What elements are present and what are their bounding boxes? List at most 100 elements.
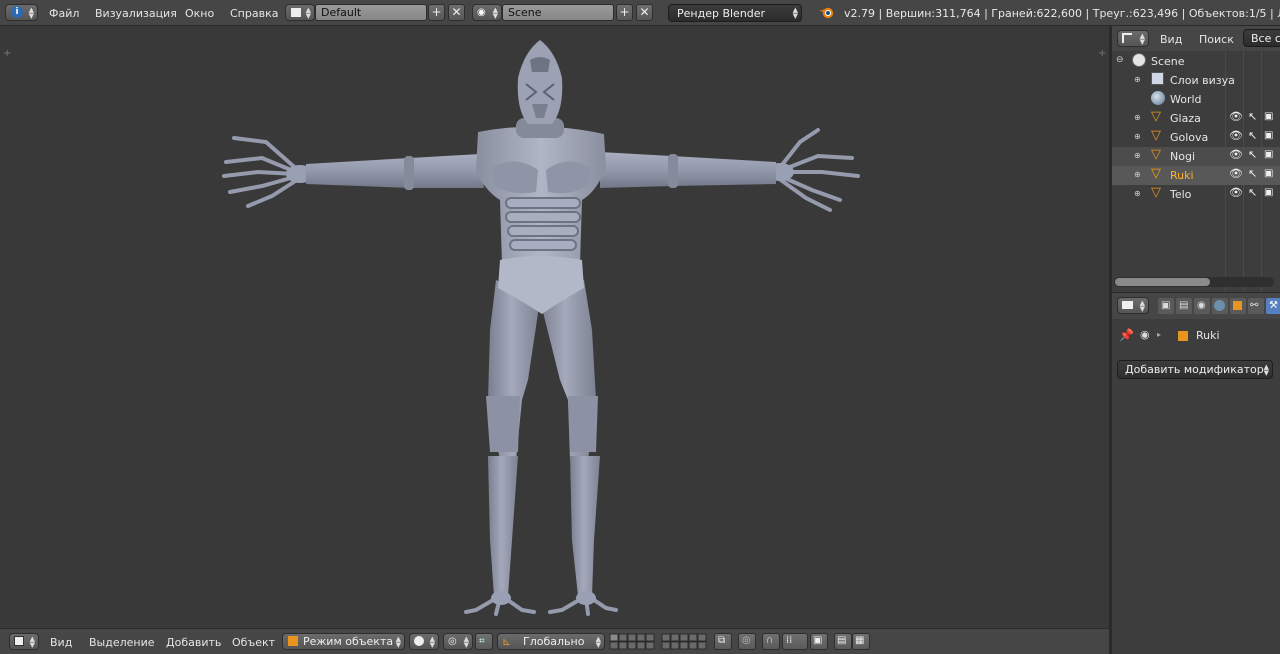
lock-camera-button[interactable]: ⧉ (714, 633, 732, 650)
visibility-eye-icon[interactable]: 👁 (1229, 148, 1243, 161)
modifiers-tab[interactable]: ⚒ (1266, 298, 1280, 314)
proportional-edit-button[interactable]: ◎ (738, 633, 756, 650)
display-mode-select[interactable]: Все сц (1243, 29, 1280, 47)
render-engine-label: Рендер Blender (677, 7, 766, 20)
orientation-select[interactable]: ⊾ Глобально ▲ ▼ (497, 633, 605, 650)
menu-select[interactable]: Выделение (89, 636, 155, 649)
outliner-menu-view[interactable]: Вид (1160, 33, 1182, 46)
layers-grid[interactable] (609, 633, 709, 651)
select-arrow-icon[interactable]: ↖ (1248, 129, 1257, 142)
expand-icon[interactable]: ⊕ (1134, 189, 1141, 198)
layout-name-field[interactable]: Default (315, 4, 427, 21)
constraint-link-icon: ⚯ (1250, 300, 1259, 311)
outliner-row-world[interactable]: World (1112, 90, 1280, 109)
render-engine-select[interactable]: Рендер Blender ▲ ▼ (668, 4, 802, 22)
expand-icon[interactable]: ⊕ (1134, 170, 1141, 179)
add-layout-button[interactable]: + (428, 4, 445, 21)
visibility-eye-icon[interactable]: 👁 (1229, 129, 1243, 142)
object-mode-icon (288, 636, 298, 646)
layout-icon (291, 8, 301, 17)
editor-type-button[interactable]: ▲ ▼ (9, 633, 39, 650)
menu-window[interactable]: Окно (185, 7, 214, 20)
render-animation-button[interactable]: ▤ (834, 633, 852, 650)
outliner-item-label: Glaza (1170, 112, 1201, 125)
outliner-row-object[interactable]: ⊕ ▽ Telo 👁 ↖ ▣ (1112, 185, 1280, 204)
plus-icon: + (619, 5, 630, 19)
menu-object[interactable]: Объект (232, 636, 275, 649)
outliner-row-object[interactable]: ⊕ ▽ Glaza 👁 ↖ ▣ (1112, 109, 1280, 128)
expand-icon[interactable]: ⊕ (1134, 75, 1141, 84)
menu-help[interactable]: Справка (230, 7, 278, 20)
visibility-eye-icon[interactable]: 👁 (1229, 186, 1243, 199)
object-icon (1233, 301, 1242, 310)
shading-select[interactable]: ▲ ▼ (409, 633, 439, 650)
menu-render[interactable]: Визуализация (95, 7, 177, 20)
snap-increment-icon: ⁞⁞ (786, 635, 793, 646)
remove-layout-button[interactable]: ✕ (448, 4, 465, 21)
scene-browse-button[interactable]: ◉ ▲ ▼ (472, 4, 502, 21)
editor-type-button[interactable]: ▲ ▼ (1117, 297, 1149, 314)
expand-icon[interactable]: ⊕ (1134, 151, 1141, 160)
menu-add[interactable]: Добавить (166, 636, 221, 649)
add-modifier-select[interactable]: Добавить модификатор ▲ ▼ (1117, 360, 1273, 379)
outliner-row-scene[interactable]: ⊖ Scene (1112, 52, 1280, 71)
manipulator-toggle[interactable]: ⌗ (475, 633, 493, 650)
render-camera-icon[interactable]: ▣ (1264, 149, 1273, 160)
updown-icon: ▲ ▼ (1139, 32, 1145, 46)
outliner-item-label: Ruki (1170, 169, 1194, 182)
properties-icon (1122, 301, 1133, 309)
mesh-icon: ▽ (1151, 128, 1161, 143)
menu-file[interactable]: Файл (49, 7, 79, 20)
openGL-render-button[interactable]: ▣ (810, 633, 828, 650)
layout-browse-button[interactable]: ▲ ▼ (285, 4, 315, 21)
breadcrumb-arrow-icon: ▸ (1157, 330, 1162, 339)
pivot-icon: ◎ (448, 636, 457, 647)
outliner-scrollbar-track[interactable] (1114, 277, 1274, 287)
outliner-scrollbar-thumb[interactable] (1115, 278, 1210, 286)
updown-icon: ▲ ▼ (429, 635, 435, 649)
expand-icon[interactable]: ⊕ (1134, 113, 1141, 122)
render-tab[interactable]: ▣ (1158, 298, 1174, 314)
pin-icon[interactable]: 📌 (1119, 328, 1134, 342)
object-tab[interactable] (1230, 298, 1246, 314)
outliner-row-render-layers[interactable]: ⊕ Слои визуа (1112, 71, 1280, 90)
snap-element-select[interactable]: ⁞⁞ (782, 633, 808, 650)
outliner-row-object[interactable]: ⊕ ▽ Golova 👁 ↖ ▣ (1112, 128, 1280, 147)
editor-type-button[interactable]: ▲ ▼ (1117, 30, 1149, 47)
scene-tab[interactable]: ◉ (1194, 298, 1210, 314)
object-icon (1178, 331, 1188, 341)
visibility-eye-icon[interactable]: 👁 (1229, 110, 1243, 123)
clapper-icon: ▦ (855, 635, 865, 646)
outliner-row-object-selected[interactable]: ⊕ ▽ Nogi 👁 ↖ ▣ (1112, 147, 1280, 166)
outliner-item-label: World (1170, 93, 1202, 106)
world-tab[interactable] (1212, 298, 1228, 314)
snap-toggle[interactable]: ∩ (762, 633, 780, 650)
constraints-tab[interactable]: ⚯ (1248, 298, 1264, 314)
render-camera-icon[interactable]: ▣ (1264, 130, 1273, 141)
remove-scene-button[interactable]: ✕ (636, 4, 653, 21)
render-camera-icon[interactable]: ▣ (1264, 187, 1273, 198)
scene-name-field[interactable]: Scene (502, 4, 614, 21)
render-clapper-button[interactable]: ▦ (852, 633, 870, 650)
visibility-eye-icon[interactable]: 👁 (1229, 167, 1243, 180)
updown-icon: ▲ ▼ (1139, 299, 1145, 313)
editor-type-button[interactable]: i ▲ ▼ (5, 4, 38, 21)
menu-view[interactable]: Вид (50, 636, 72, 649)
add-scene-button[interactable]: + (616, 4, 633, 21)
render-camera-icon[interactable]: ▣ (1264, 111, 1273, 122)
mode-select[interactable]: Режим объекта ▲ ▼ (282, 633, 405, 650)
expand-icon[interactable]: ⊕ (1134, 132, 1141, 141)
3d-viewport[interactable]: + + (0, 26, 1109, 628)
select-arrow-icon[interactable]: ↖ (1248, 167, 1257, 180)
select-arrow-icon[interactable]: ↖ (1248, 186, 1257, 199)
render-layers-tab[interactable]: ▤ (1176, 298, 1192, 314)
select-arrow-icon[interactable]: ↖ (1248, 110, 1257, 123)
outliner-menu-search[interactable]: Поиск (1199, 33, 1234, 46)
world-icon (1151, 91, 1165, 105)
character-mesh[interactable] (0, 26, 1109, 628)
render-camera-icon[interactable]: ▣ (1264, 168, 1273, 179)
collapse-icon[interactable]: ⊖ (1116, 55, 1124, 65)
outliner-row-object-active[interactable]: ⊕ ▽ Ruki 👁 ↖ ▣ (1112, 166, 1280, 185)
select-arrow-icon[interactable]: ↖ (1248, 148, 1257, 161)
pivot-select[interactable]: ◎ ▲ ▼ (443, 633, 473, 650)
